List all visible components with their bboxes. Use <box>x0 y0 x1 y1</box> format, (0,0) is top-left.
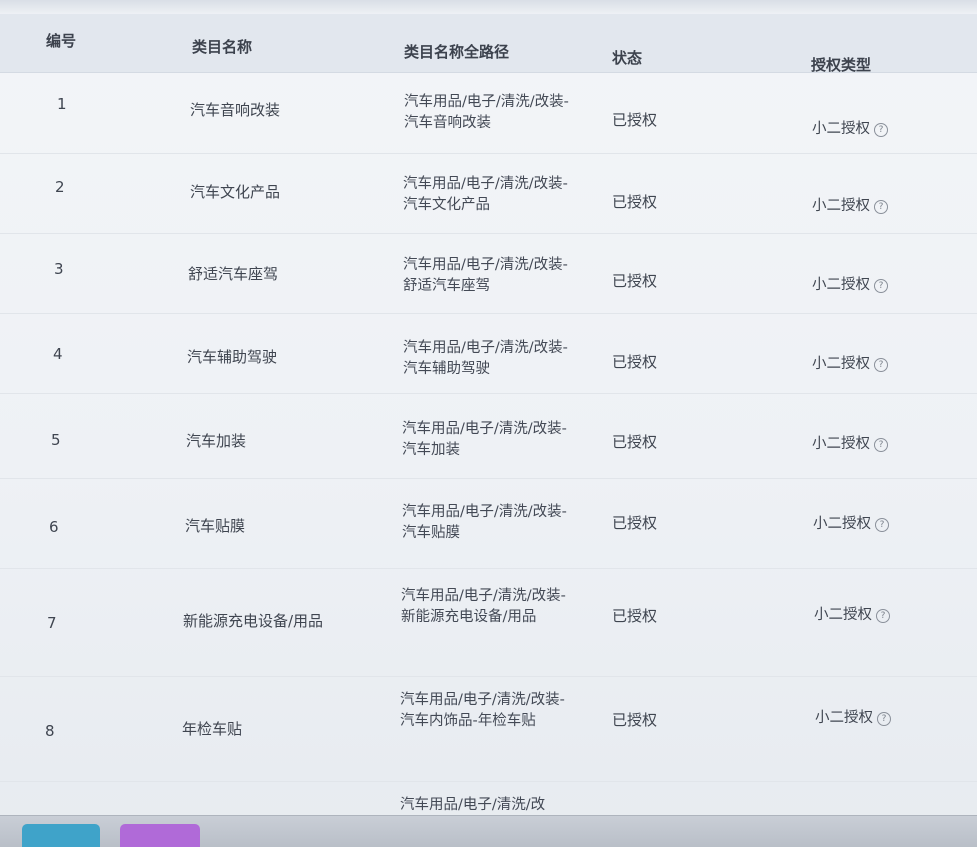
auth-label: 小二授权 <box>812 121 870 137</box>
row-name: 汽车辅助驾驶 <box>187 348 278 366</box>
row-id: 4 <box>53 345 63 363</box>
row-auth-type: 小二授权? <box>812 273 888 294</box>
row-name: 舒适汽车座驾 <box>188 265 279 283</box>
table-row[interactable]: 2 汽车文化产品 汽车用品/电子/清洗/改装-汽车文化产品 已授权 小二授权? <box>0 153 977 234</box>
question-circle-icon[interactable]: ? <box>877 712 891 726</box>
row-status: 已授权 <box>612 111 658 129</box>
row-auth-type: 小二授权? <box>815 706 891 727</box>
top-edge <box>0 0 977 14</box>
screen: 编号 类目名称 类目名称全路径 状态 授权类型 1 汽车音响改装 汽车用品/电子… <box>0 0 977 847</box>
table-row[interactable]: 5 汽车加装 汽车用品/电子/清洗/改装-汽车加装 已授权 小二授权? <box>0 393 977 479</box>
question-circle-icon[interactable]: ? <box>874 279 888 293</box>
header-status: 状态 <box>612 49 643 67</box>
row-id: 6 <box>49 518 59 536</box>
row-status: 已授权 <box>612 514 658 532</box>
row-name: 汽车音响改装 <box>190 101 281 119</box>
table-row[interactable]: 4 汽车辅助驾驶 汽车用品/电子/清洗/改装-汽车辅助驾驶 已授权 小二授权? <box>0 313 977 394</box>
row-path: 汽车用品/电子/清洗/改装-汽车加装 <box>402 421 567 458</box>
taskbar-app-icon[interactable] <box>22 824 100 847</box>
row-path: 汽车用品/电子/清洗/改装-汽车内饰品-年检车贴 <box>400 692 565 729</box>
row-id: 8 <box>45 722 55 740</box>
row-auth-type: 小二授权? <box>812 194 888 215</box>
auth-label: 小二授权 <box>813 516 871 532</box>
taskbar-app-icon[interactable] <box>120 824 200 847</box>
taskbar <box>0 815 977 847</box>
auth-label: 小二授权 <box>814 607 872 623</box>
auth-label: 小二授权 <box>812 277 870 293</box>
row-auth-type: 小二授权? <box>812 432 888 453</box>
row-path: 汽车用品/电子/清洗/改装-汽车音响改装 <box>404 94 569 131</box>
row-id: 1 <box>57 95 67 113</box>
row-status: 已授权 <box>612 353 658 371</box>
row-name: 新能源充电设备/用品 <box>183 612 324 630</box>
table-row[interactable]: 8 年检车贴 汽车用品/电子/清洗/改装-汽车内饰品-年检车贴 已授权 小二授权… <box>0 676 977 782</box>
header-path: 类目名称全路径 <box>404 43 510 61</box>
header-auth-type: 授权类型 <box>811 56 872 74</box>
row-path: 汽车用品/电子/清洗/改 <box>400 797 546 813</box>
row-path: 汽车用品/电子/清洗/改装-汽车辅助驾驶 <box>403 340 568 377</box>
row-status: 已授权 <box>612 193 658 211</box>
row-path: 汽车用品/电子/清洗/改装-汽车文化产品 <box>403 176 568 213</box>
row-status: 已授权 <box>612 433 658 451</box>
header-id: 编号 <box>46 32 77 50</box>
row-id: 7 <box>47 614 57 632</box>
question-circle-icon[interactable]: ? <box>874 123 888 137</box>
question-circle-icon[interactable]: ? <box>875 518 889 532</box>
row-id: 3 <box>54 260 64 278</box>
row-status: 已授权 <box>612 272 658 290</box>
auth-label: 小二授权 <box>812 198 870 214</box>
row-path: 汽车用品/电子/清洗/改装-新能源充电设备/用品 <box>401 588 566 625</box>
auth-label: 小二授权 <box>812 436 870 452</box>
table-row[interactable]: 7 新能源充电设备/用品 汽车用品/电子/清洗/改装-新能源充电设备/用品 已授… <box>0 568 977 677</box>
question-circle-icon[interactable]: ? <box>876 609 890 623</box>
row-name: 汽车文化产品 <box>190 183 281 201</box>
table-row[interactable]: 汽车用品/电子/清洗/改 <box>0 781 977 815</box>
row-name: 年检车贴 <box>182 720 243 738</box>
row-auth-type: 小二授权? <box>812 117 888 138</box>
question-circle-icon[interactable]: ? <box>874 438 888 452</box>
row-name: 汽车贴膜 <box>185 517 246 535</box>
row-auth-type: 小二授权? <box>813 512 889 533</box>
row-path: 汽车用品/电子/清洗/改装-舒适汽车座驾 <box>403 257 568 294</box>
table-row[interactable]: 1 汽车音响改装 汽车用品/电子/清洗/改装-汽车音响改装 已授权 小二授权? <box>0 73 977 154</box>
row-name: 汽车加装 <box>186 432 247 450</box>
row-id: 2 <box>55 178 65 196</box>
auth-label: 小二授权 <box>815 710 873 726</box>
header-name: 类目名称 <box>192 38 253 56</box>
table-row[interactable]: 3 舒适汽车座驾 汽车用品/电子/清洗/改装-舒适汽车座驾 已授权 小二授权? <box>0 233 977 314</box>
row-auth-type: 小二授权? <box>814 603 890 624</box>
question-circle-icon[interactable]: ? <box>874 358 888 372</box>
table-row[interactable]: 6 汽车贴膜 汽车用品/电子/清洗/改装-汽车贴膜 已授权 小二授权? <box>0 478 977 569</box>
row-status: 已授权 <box>612 711 658 729</box>
table-header: 编号 类目名称 类目名称全路径 状态 授权类型 <box>0 14 977 74</box>
question-circle-icon[interactable]: ? <box>874 200 888 214</box>
row-id: 5 <box>51 431 61 449</box>
row-path: 汽车用品/电子/清洗/改装-汽车贴膜 <box>402 504 567 541</box>
auth-label: 小二授权 <box>812 356 870 372</box>
row-auth-type: 小二授权? <box>812 352 888 373</box>
row-status: 已授权 <box>612 607 658 625</box>
